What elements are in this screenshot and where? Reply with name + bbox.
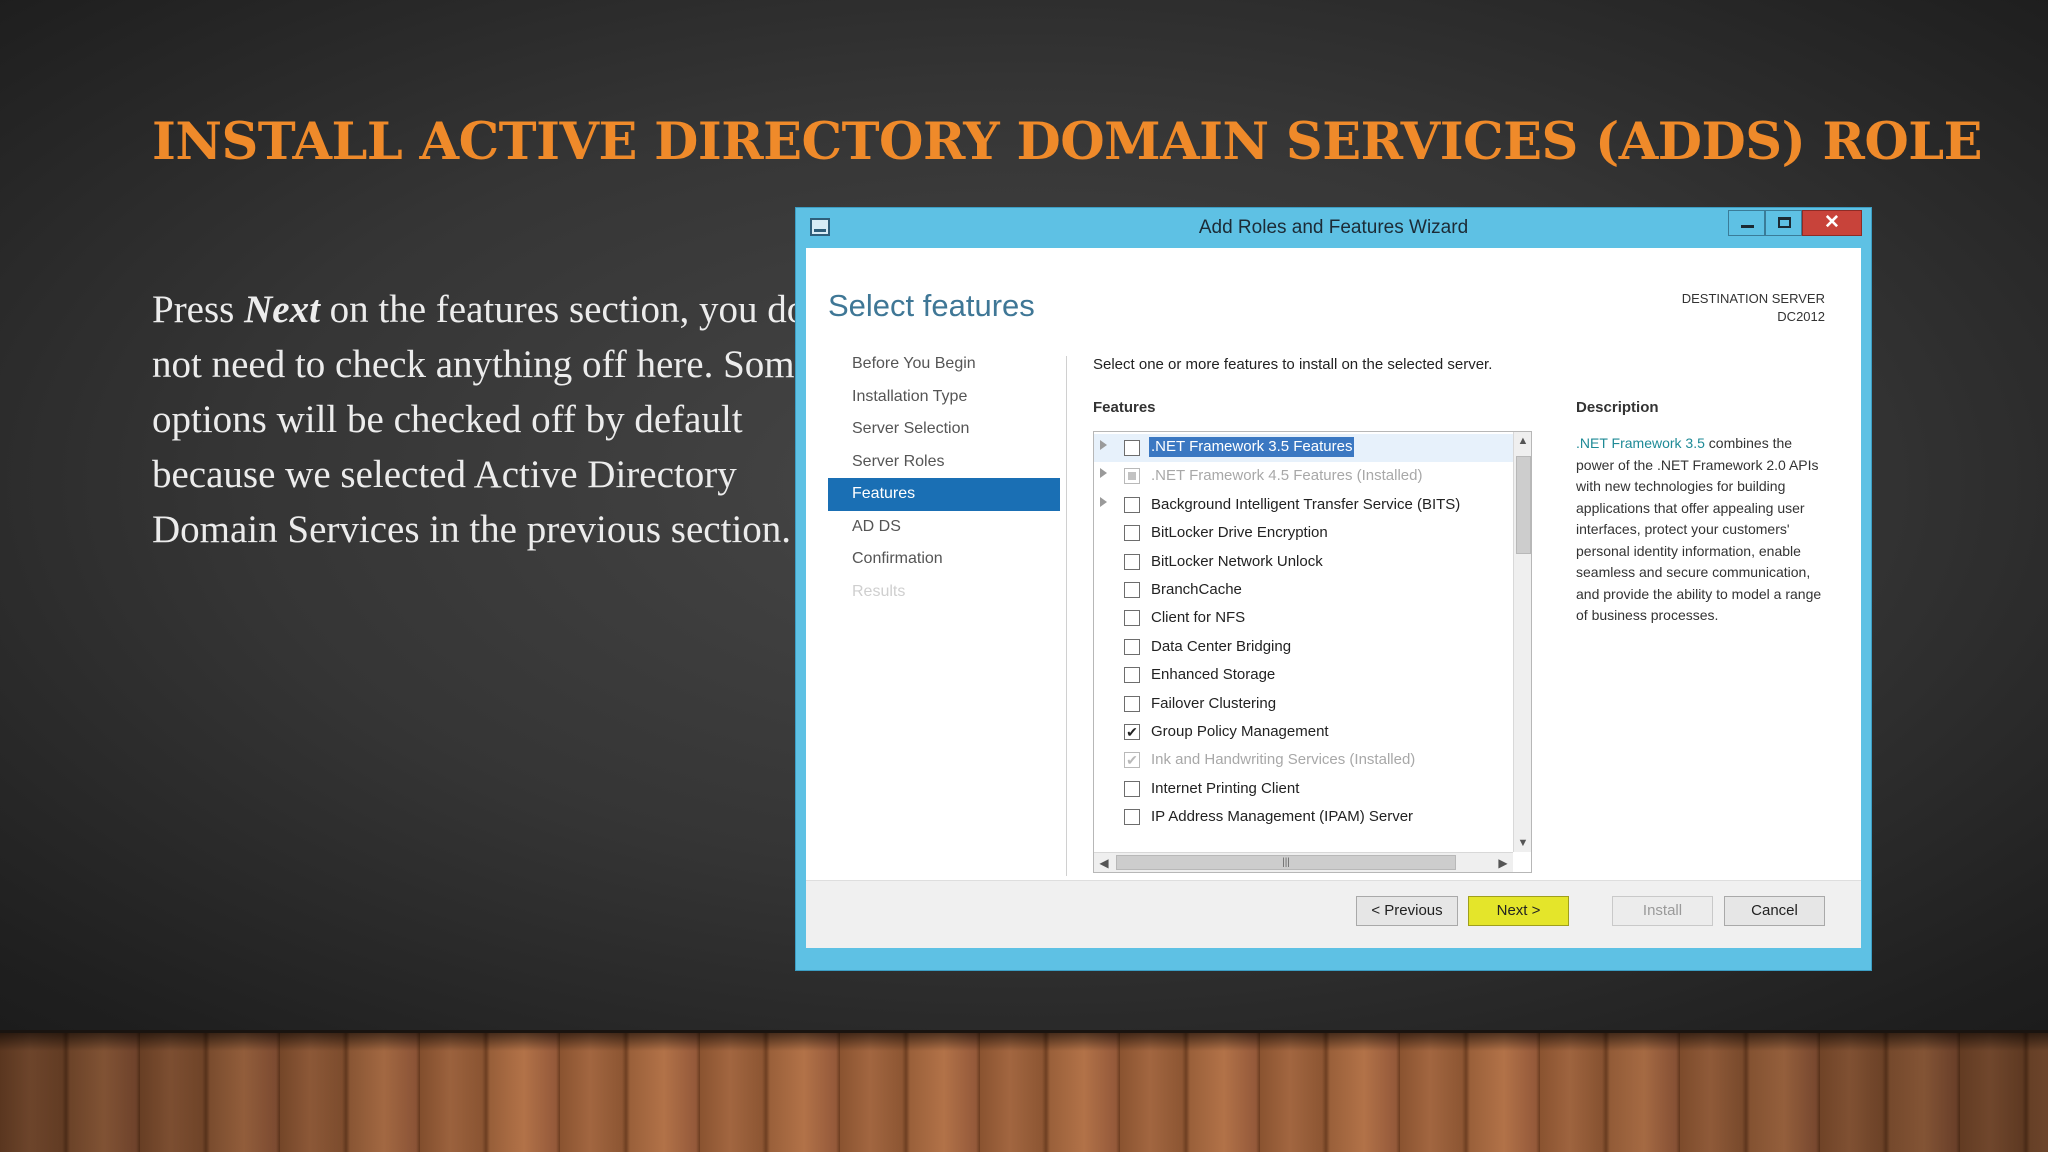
instruction-text: Select one or more features to install o… xyxy=(1093,356,1493,373)
window-titlebar[interactable]: Add Roles and Features Wizard ✕ xyxy=(796,208,1871,248)
add-roles-wizard-window: Add Roles and Features Wizard ✕ Select f… xyxy=(795,207,1872,971)
feature-checkbox[interactable] xyxy=(1124,496,1140,513)
features-label: Features xyxy=(1093,399,1156,416)
feature-row[interactable]: BitLocker Drive Encryption xyxy=(1094,519,1514,547)
nav-item-features[interactable]: Features xyxy=(828,478,1060,511)
nav-item-results: Results xyxy=(852,582,906,600)
scroll-up-icon[interactable]: ▲ xyxy=(1514,432,1531,450)
destination-label: DESTINATION SERVER xyxy=(1681,291,1825,306)
feature-checkbox xyxy=(1124,468,1140,485)
nav-item-server-selection[interactable]: Server Selection xyxy=(828,413,1060,446)
feature-checkbox[interactable] xyxy=(1124,610,1140,627)
feature-label: .NET Framework 4.5 Features (Installed) xyxy=(1151,467,1423,485)
description-text: .NET Framework 3.5 combines the power of… xyxy=(1576,433,1834,627)
feature-checkbox[interactable] xyxy=(1124,695,1140,712)
nav-item-ad-ds[interactable]: AD DS xyxy=(828,511,1060,544)
previous-button[interactable]: < Previous xyxy=(1356,896,1458,926)
feature-checkbox[interactable] xyxy=(1124,553,1140,570)
feature-label: IP Address Management (IPAM) Server xyxy=(1151,808,1414,826)
expand-arrow-icon[interactable] xyxy=(1100,468,1107,479)
features-list: .NET Framework 3.5 Features .NET Framewor… xyxy=(1094,432,1514,852)
window-title: Add Roles and Features Wizard xyxy=(1198,217,1469,238)
description-body: combines the power of the .NET Framework… xyxy=(1576,435,1822,623)
close-icon: ✕ xyxy=(1824,212,1840,233)
feature-checkbox[interactable] xyxy=(1124,809,1140,826)
feature-row[interactable]: Ink and Handwriting Services (Installed) xyxy=(1094,746,1514,774)
feature-label: Background Intelligent Transfer Service … xyxy=(1151,495,1461,513)
scroll-down-icon[interactable]: ▼ xyxy=(1514,834,1531,852)
wizard-nav: Before You Begin Installation Type Server … xyxy=(828,348,1060,608)
feature-checkbox[interactable] xyxy=(1124,582,1140,598)
wood-floor-decoration xyxy=(0,1030,2048,1152)
cancel-button[interactable]: Cancel xyxy=(1724,896,1825,926)
feature-label: .NET Framework 3.5 Features xyxy=(1149,437,1355,457)
feature-label: Enhanced Storage xyxy=(1151,666,1276,684)
slide-title: INSTALL ACTIVE DIRECTORY DOMAIN SERVICES… xyxy=(152,112,1983,172)
feature-label: Client for NFS xyxy=(1151,609,1246,627)
nav-divider xyxy=(1066,356,1067,876)
maximize-icon xyxy=(1778,217,1791,228)
horizontal-scrollbar[interactable]: ◀ ||| ▶ xyxy=(1094,852,1513,872)
wizard-content: Select features DESTINATION SERVER DC201… xyxy=(806,248,1861,948)
feature-label: BitLocker Network Unlock xyxy=(1151,552,1323,570)
description-link[interactable]: .NET Framework 3.5 xyxy=(1576,435,1705,451)
close-button[interactable]: ✕ xyxy=(1802,210,1862,236)
nav-item-before-you-begin[interactable]: Before You Begin xyxy=(828,348,1060,381)
feature-row[interactable]: BranchCache xyxy=(1094,576,1514,604)
feature-checkbox[interactable] xyxy=(1124,724,1140,740)
expand-arrow-icon[interactable] xyxy=(1100,496,1107,507)
minimize-button[interactable] xyxy=(1728,210,1765,236)
vertical-scroll-thumb[interactable] xyxy=(1516,456,1531,554)
minimize-icon xyxy=(1741,225,1754,228)
feature-checkbox[interactable] xyxy=(1124,638,1140,655)
page-heading: Select features xyxy=(828,288,1035,323)
nav-item-server-roles[interactable]: Server Roles xyxy=(828,446,1060,479)
feature-label: Failover Clustering xyxy=(1151,694,1277,712)
slide-body-text: Press Next on the features section, you … xyxy=(152,282,812,557)
feature-row[interactable]: Failover Clustering xyxy=(1094,690,1514,718)
feature-row[interactable]: IP Address Management (IPAM) Server xyxy=(1094,803,1514,831)
body-part-1: Press xyxy=(152,288,245,331)
vertical-scrollbar[interactable]: ▲ ▼ xyxy=(1513,432,1531,852)
feature-checkbox[interactable] xyxy=(1124,780,1140,797)
feature-row[interactable]: Data Center Bridging xyxy=(1094,633,1514,661)
scroll-left-icon[interactable]: ◀ xyxy=(1094,853,1114,872)
feature-row[interactable]: .NET Framework 4.5 Features (Installed) xyxy=(1094,462,1514,490)
scroll-right-icon[interactable]: ▶ xyxy=(1493,853,1513,872)
feature-row[interactable]: Group Policy Management xyxy=(1094,718,1514,746)
feature-row[interactable]: Background Intelligent Transfer Service … xyxy=(1094,491,1514,519)
feature-row[interactable]: Client for NFS xyxy=(1094,604,1514,632)
nav-item-confirmation[interactable]: Confirmation xyxy=(828,543,1060,576)
feature-checkbox xyxy=(1124,752,1140,769)
feature-label: Data Center Bridging xyxy=(1151,637,1292,655)
feature-label: Ink and Handwriting Services (Installed) xyxy=(1151,751,1416,769)
feature-label: BitLocker Drive Encryption xyxy=(1151,524,1328,542)
features-tree[interactable]: .NET Framework 3.5 Features .NET Framewor… xyxy=(1093,431,1532,873)
wizard-footer: < Previous Next > Install Cancel xyxy=(806,880,1861,948)
feature-row[interactable]: Enhanced Storage xyxy=(1094,661,1514,689)
feature-checkbox[interactable] xyxy=(1124,440,1140,456)
body-emphasis: Next xyxy=(244,288,320,331)
destination-server-name: DC2012 xyxy=(1777,309,1825,324)
expand-arrow-icon[interactable] xyxy=(1100,440,1107,450)
feature-row[interactable]: .NET Framework 3.5 Features xyxy=(1094,434,1514,463)
feature-label: Internet Printing Client xyxy=(1151,779,1300,797)
feature-row[interactable]: BitLocker Network Unlock xyxy=(1094,548,1514,576)
destination-server-info: DESTINATION SERVER DC2012 xyxy=(1682,290,1825,326)
feature-row[interactable]: Internet Printing Client xyxy=(1094,775,1514,803)
feature-checkbox[interactable] xyxy=(1124,525,1140,542)
install-button[interactable]: Install xyxy=(1612,896,1713,926)
feature-label: Group Policy Management xyxy=(1151,723,1329,740)
horizontal-scroll-thumb[interactable]: ||| xyxy=(1116,855,1456,870)
description-label: Description xyxy=(1576,399,1659,416)
maximize-button[interactable] xyxy=(1765,210,1802,236)
next-button[interactable]: Next > xyxy=(1468,896,1569,926)
feature-label: BranchCache xyxy=(1151,581,1242,598)
nav-item-installation-type[interactable]: Installation Type xyxy=(828,381,1060,414)
feature-checkbox[interactable] xyxy=(1124,667,1140,684)
